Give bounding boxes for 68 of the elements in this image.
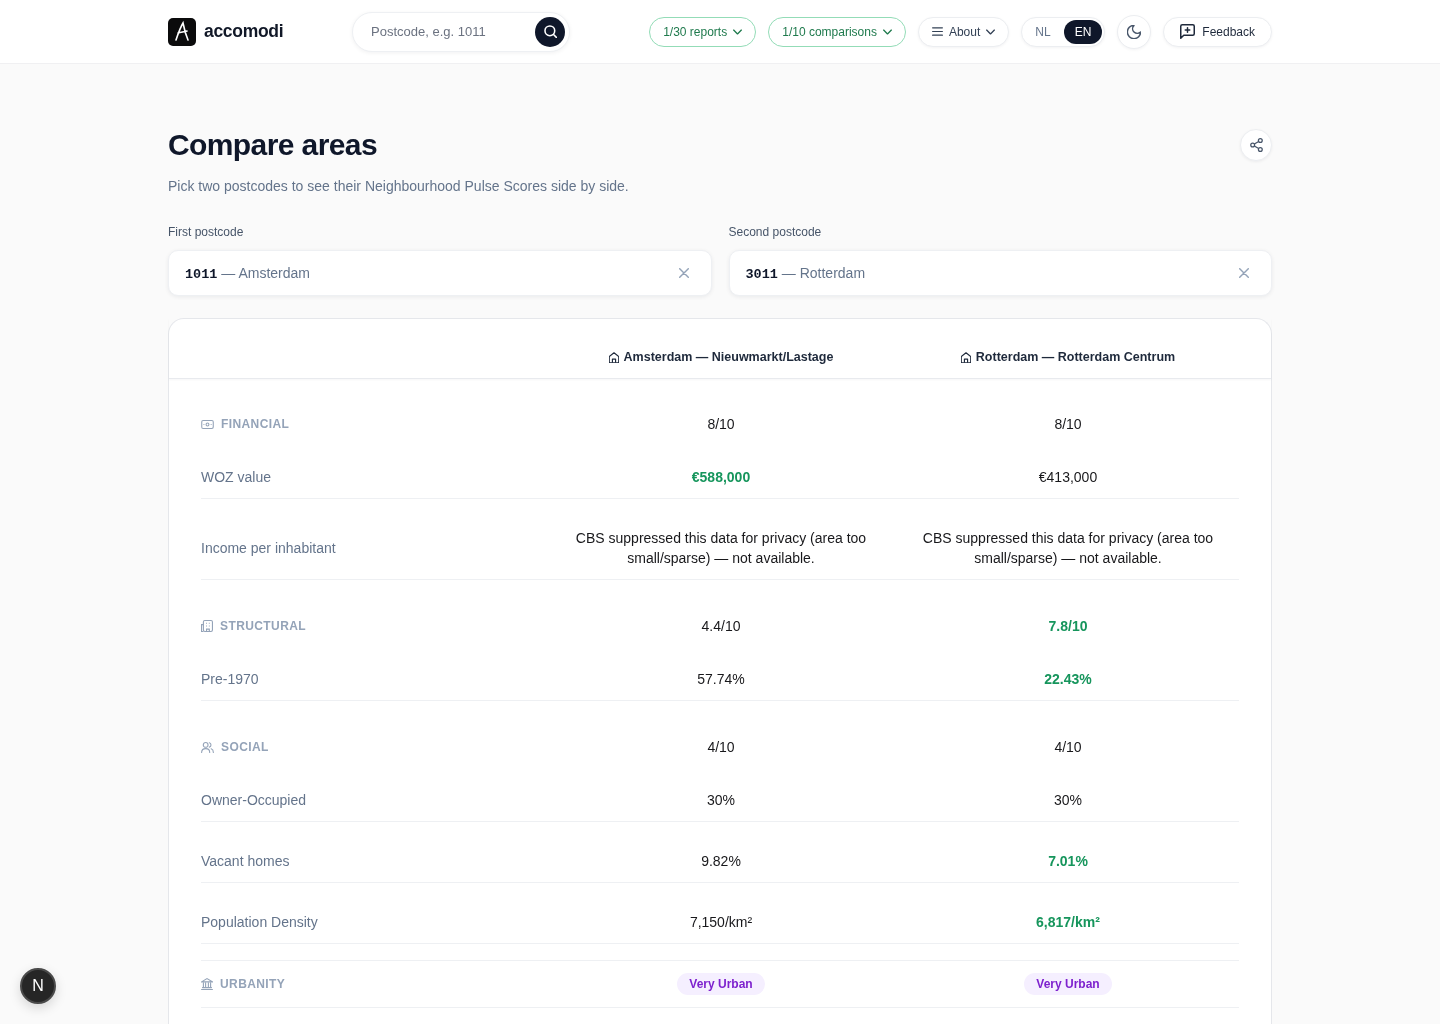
about-menu-button[interactable]: About [917,16,1010,47]
metric-value: 30% [1054,791,1082,810]
search-icon [543,25,557,38]
metric-label: Vacant homes [201,852,290,871]
usage-dropdown[interactable]: 1/30 reports [649,16,757,47]
house-icon [960,351,971,363]
category-score: 8/10 [707,415,735,434]
dev-indicator-badge[interactable]: N [20,968,56,1004]
column-header: Rotterdam — Rotterdam Centrum [975,349,1176,366]
category-score: 4.4/10 [701,617,741,636]
moon-icon [1127,24,1142,39]
category-label: SOCIAL [221,740,269,754]
urbanity-badge: Very Urban [677,973,765,995]
metric-value: CBS suppressed this data for privacy (area too small/sparse) — not available. [921,529,1215,568]
category-label: FINANCIAL [221,417,290,431]
metric-value: 6,817/km² [1036,913,1100,932]
metric-label: Population Density [201,913,318,932]
metric-value: 30% [707,791,735,810]
clear-button[interactable] [678,268,689,278]
search-field[interactable]: Postcode, e.g. 1011 [352,11,570,52]
page-subtitle: Pick two postcodes to see their Neighbourhood Pulse Scores side by side. [168,177,630,196]
language-option[interactable]: EN [1063,19,1103,44]
close-icon [678,268,689,278]
chevron-down-icon [733,28,743,35]
metric-label: Owner-Occupied [201,791,307,810]
page-title: Compare areas [168,127,377,163]
metric-label: Income per inhabitant [201,539,336,558]
users-icon [201,741,214,753]
chevron-down-icon [882,28,892,35]
language-option[interactable]: NL [1024,19,1062,44]
menu-icon [931,27,943,36]
logo-icon [168,17,196,46]
urbanity-badge: Very Urban [1024,973,1112,995]
building-icon [201,620,213,632]
metric-value: CBS suppressed this data for privacy (area too small/sparse) — not available. [574,529,868,568]
category-score: 8/10 [1054,415,1082,434]
column-header: Amsterdam — Nieuwmarkt/Lastage [623,349,834,366]
postcode-field[interactable]: 3011 — Rotterdam [728,250,1272,296]
metric-label: Pre-1970 [201,670,259,689]
brand-name[interactable]: accomodi [204,21,284,42]
clear-button[interactable] [1239,268,1249,278]
category-score: 4/10 [1054,738,1082,757]
share-button[interactable] [1240,129,1272,161]
banknote-icon [201,419,214,429]
postcode-field[interactable]: 1011 — Amsterdam [168,250,712,296]
field-label: Second postcode [728,224,822,240]
metric-value: €588,000 [691,468,751,487]
house-icon [608,351,619,363]
metric-value: €413,000 [1038,468,1098,487]
field-label: First postcode [168,224,244,240]
usage-dropdown[interactable]: 1/10 comparisons [768,16,906,47]
share-icon [1249,138,1263,152]
message-plus-icon [1180,24,1196,39]
close-icon [1239,268,1249,278]
metric-value: 22.43% [1044,670,1092,689]
landmark-icon [201,978,213,990]
theme-toggle-button[interactable] [1117,14,1152,49]
feedback-button[interactable]: Feedback [1163,16,1272,47]
metric-value: 7.01% [1048,852,1088,871]
category-label: URBANITY [220,977,286,991]
chevron-down-icon [986,28,996,35]
metric-value: 9.82% [701,852,741,871]
metric-value: 57.74% [697,670,745,689]
category-label: STRUCTURAL [220,619,306,633]
category-score: 4/10 [707,738,735,757]
metric-label: WOZ value [201,468,271,487]
metric-value: 7,150/km² [689,913,753,932]
category-score: 7.8/10 [1048,617,1088,636]
